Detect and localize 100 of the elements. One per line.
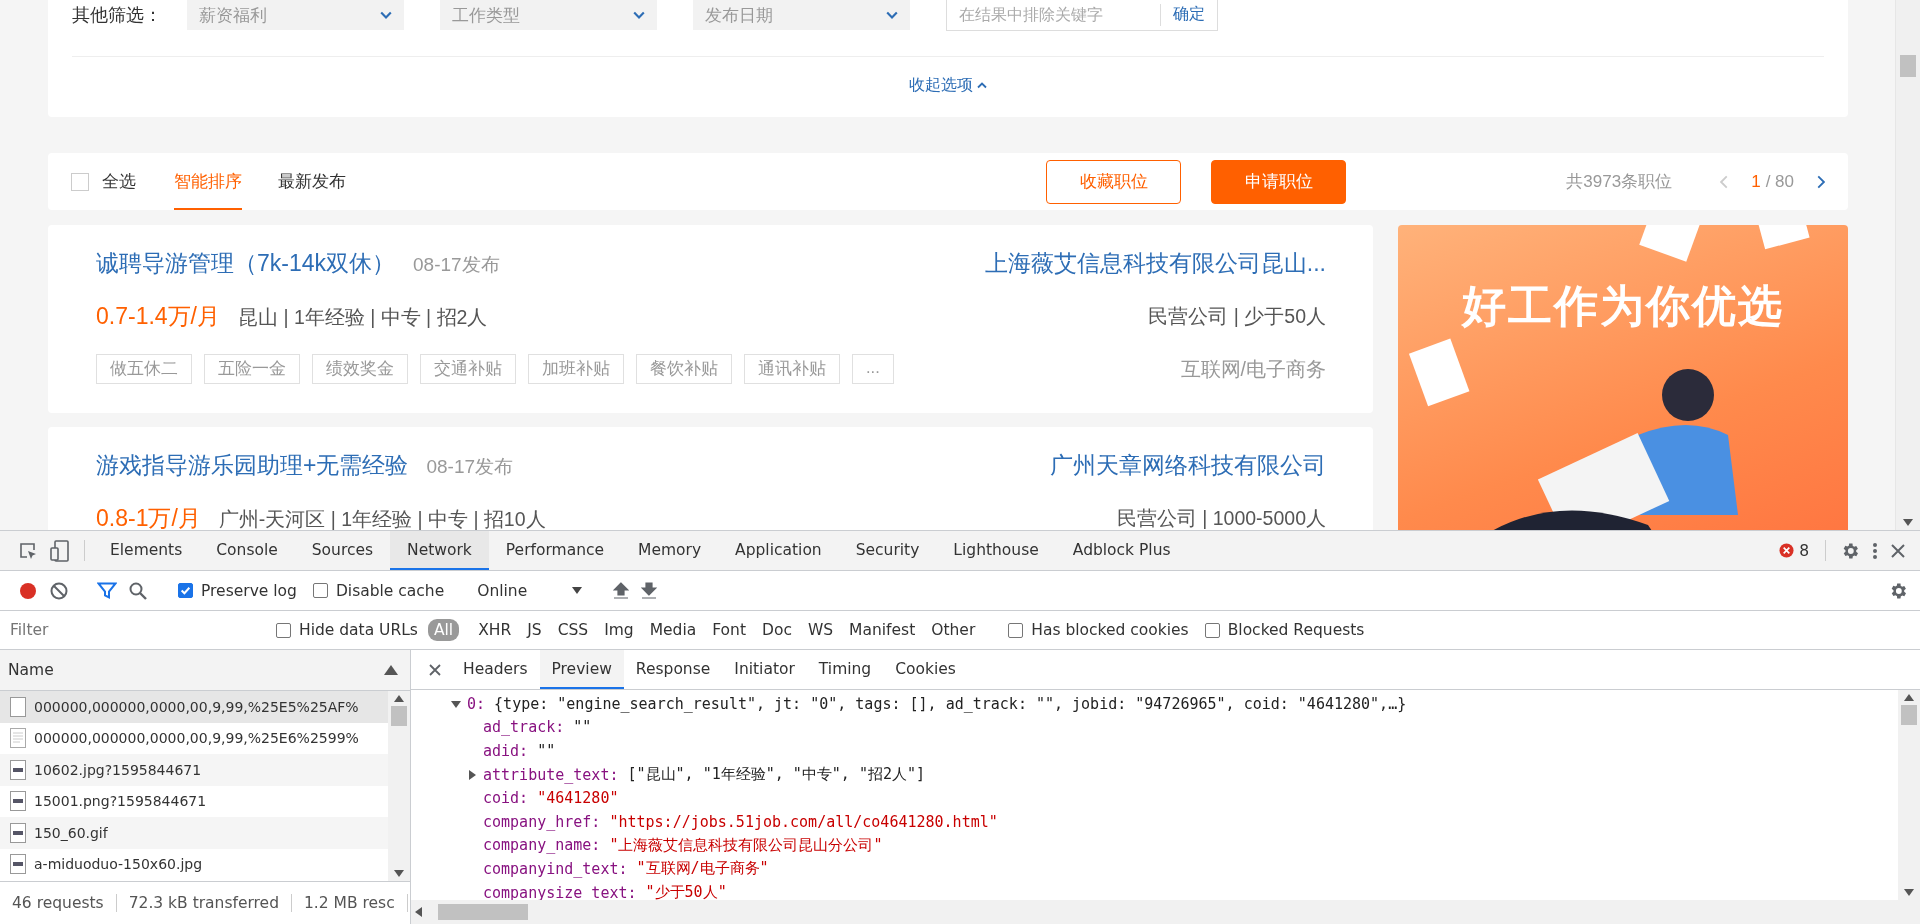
page-total: / 80 (1765, 171, 1794, 192)
benefit-tag: 通讯补贴 (744, 354, 840, 384)
devtools-tab[interactable]: Console (199, 531, 295, 570)
close-icon[interactable] (429, 663, 441, 676)
blank-file-icon (10, 696, 26, 717)
current-page: 1 (1751, 171, 1761, 192)
image-thumbnail-icon (10, 791, 26, 812)
detail-tab[interactable]: Cookies (883, 650, 968, 689)
more-options-icon[interactable] (1872, 540, 1878, 561)
checkbox[interactable] (1008, 622, 1024, 638)
job-title[interactable]: 诚聘导游管理（7k-14k双休） (96, 247, 396, 279)
type-filter[interactable]: Doc (755, 619, 798, 641)
list-scrollbar[interactable] (388, 691, 410, 881)
name-column-header[interactable]: Name (0, 650, 410, 691)
checkbox[interactable] (178, 583, 193, 598)
scrollbar-thumb[interactable] (1900, 55, 1916, 77)
inspect-element-icon[interactable] (18, 540, 38, 561)
type-filter[interactable]: Other (925, 619, 982, 641)
scroll-up-icon[interactable] (1904, 694, 1914, 701)
scroll-down-icon[interactable] (1903, 519, 1913, 526)
request-row[interactable]: 15001.png?1595844671 (0, 785, 388, 817)
job-info: 昆山 | 1年经验 | 中专 | 招2人 (238, 304, 488, 330)
disclosure-triangle-icon[interactable] (467, 769, 477, 780)
search-icon[interactable] (129, 581, 147, 600)
scrollbar-thumb[interactable] (438, 904, 528, 920)
type-filter[interactable]: Font (706, 619, 752, 641)
preview-line: ad_track: "" (482, 717, 593, 739)
status-text: 46 requests (0, 894, 117, 912)
detail-tab[interactable]: Timing (806, 650, 884, 689)
detail-tab[interactable]: Initiator (722, 650, 807, 689)
devtools-tab[interactable]: Memory (621, 531, 719, 570)
error-counter[interactable]: 8 (1771, 531, 1817, 570)
detail-tab[interactable]: Preview (539, 650, 624, 689)
filter-label: 其他筛选： (72, 4, 163, 27)
throttling-select[interactable]: Online (477, 581, 583, 600)
preview-scrollbar[interactable] (1898, 690, 1920, 900)
devtools-tab[interactable]: Elements (93, 531, 200, 570)
devtools-tab[interactable]: Lighthouse (936, 531, 1056, 570)
filter-icon[interactable] (97, 581, 117, 600)
horizontal-scrollbar[interactable] (411, 900, 1920, 924)
company-name[interactable]: 上海薇艾信息科技有限公司昆山... (984, 247, 1326, 279)
sort-tab[interactable]: 最新发布 (278, 153, 346, 210)
request-row[interactable]: 000000,000000,0000,00,9,99,%25E6%2599% (0, 722, 388, 754)
checkbox[interactable] (1204, 622, 1220, 638)
dropdown-caret-icon (572, 587, 583, 594)
ad-headline: 好工作为你优选 (1460, 280, 1785, 332)
chevron-down-icon (886, 11, 898, 19)
checkbox[interactable] (312, 583, 328, 598)
exclude-field[interactable]: 在结果中排除关键字 确定 (946, 0, 1218, 31)
type-filter[interactable]: JS (521, 619, 548, 641)
scrollbar-thumb[interactable] (1901, 705, 1917, 725)
download-icon[interactable] (641, 581, 658, 600)
collapse-link[interactable]: 收起选项 (909, 75, 987, 96)
scroll-down-icon[interactable] (394, 870, 404, 877)
type-filter[interactable]: Img (598, 619, 640, 641)
checkbox[interactable] (276, 622, 291, 638)
devtools-tab[interactable]: Security (838, 531, 937, 570)
scroll-down-icon[interactable] (1904, 889, 1914, 896)
preview-line[interactable]: 0: {type: "engine_search_result", jt: "0", tags: [], ad_track: "", jobid: "94726965", coid: "4641280",…} (449, 692, 1898, 716)
devtools-tab[interactable]: Application (718, 531, 839, 570)
industry: 互联网/电子商务 (1180, 356, 1326, 382)
sort-ascending-icon (384, 665, 398, 675)
job-info: 广州-天河区 | 1年经验 | 中专 | 招10人 (218, 506, 546, 530)
type-filter[interactable]: CSS (551, 619, 595, 641)
scroll-up-icon[interactable] (394, 695, 404, 702)
type-filter[interactable]: Media (643, 619, 703, 641)
next-page-icon[interactable] (1816, 174, 1825, 189)
upload-icon[interactable] (613, 581, 630, 600)
job-title[interactable]: 游戏指导游乐园助理+无需经验 (96, 449, 409, 481)
preview-line: companyind_text: "互联网/电子商务" (482, 858, 770, 880)
salary: 0.8-1万/月 (96, 503, 201, 530)
devtools-tab[interactable]: Network (390, 531, 489, 570)
select-all-label: 全选 (102, 171, 136, 193)
detail-tab[interactable]: Response (623, 650, 723, 689)
request-row[interactable]: a-miduoduo-150x60.jpg (0, 848, 388, 880)
devtools-tab[interactable]: Sources (294, 531, 391, 570)
checkbox[interactable] (71, 172, 89, 191)
disclosure-triangle-icon[interactable] (451, 698, 461, 709)
scrollbar-thumb[interactable] (391, 706, 407, 726)
detail-tab[interactable]: Headers (451, 650, 540, 689)
request-row[interactable]: 150_60.gif (0, 817, 388, 849)
close-icon[interactable] (1890, 542, 1906, 559)
devtools-tab[interactable]: Adblock Plus (1055, 531, 1188, 570)
record-icon[interactable] (18, 580, 38, 601)
devtools-tab[interactable]: Performance (488, 531, 622, 570)
job-card[interactable]: 诚聘导游管理（7k-14k双休） 08-17发布 上海薇艾信息科技有限公司昆山... 0.7-1.4万/月 昆山 | 1年经验 | 中专 | 招2人 民营公司 | 少于50人 做五休二 五险一金 绩效奖金 交通补贴 加班补贴 餐饮补贴 通讯补贴 ... 互联网/电子商务 (48, 225, 1373, 413)
clear-icon[interactable] (50, 581, 68, 600)
preview-line: company_href: "https://jobs.51job.com/all/co4641280.html" (482, 811, 999, 833)
disable-cache-label: Disable cache (335, 581, 445, 600)
scroll-left-icon[interactable] (415, 907, 422, 917)
type-filter[interactable]: WS (801, 619, 840, 641)
request-row[interactable]: 000000,000000,0000,00,9,99,%25E5%25AF% (0, 691, 388, 723)
company-name[interactable]: 广州天章网络科技有限公司 (1050, 449, 1326, 481)
device-toolbar-icon[interactable] (50, 539, 70, 562)
type-filter[interactable]: XHR (472, 619, 518, 641)
job-card[interactable]: 游戏指导游乐园助理+无需经验 08-17发布 广州天章网络科技有限公司 0.8-1万/月 广州-天河区 | 1年经验 | 中专 | 招10人 民营公司 | 1000-5000人 (48, 427, 1373, 530)
page-scrollbar[interactable] (1895, 0, 1920, 530)
type-filter[interactable]: Manifest (843, 619, 922, 641)
salary: 0.7-1.4万/月 (96, 301, 220, 331)
request-row[interactable]: 10602.jpg?1595844671 (0, 754, 388, 786)
